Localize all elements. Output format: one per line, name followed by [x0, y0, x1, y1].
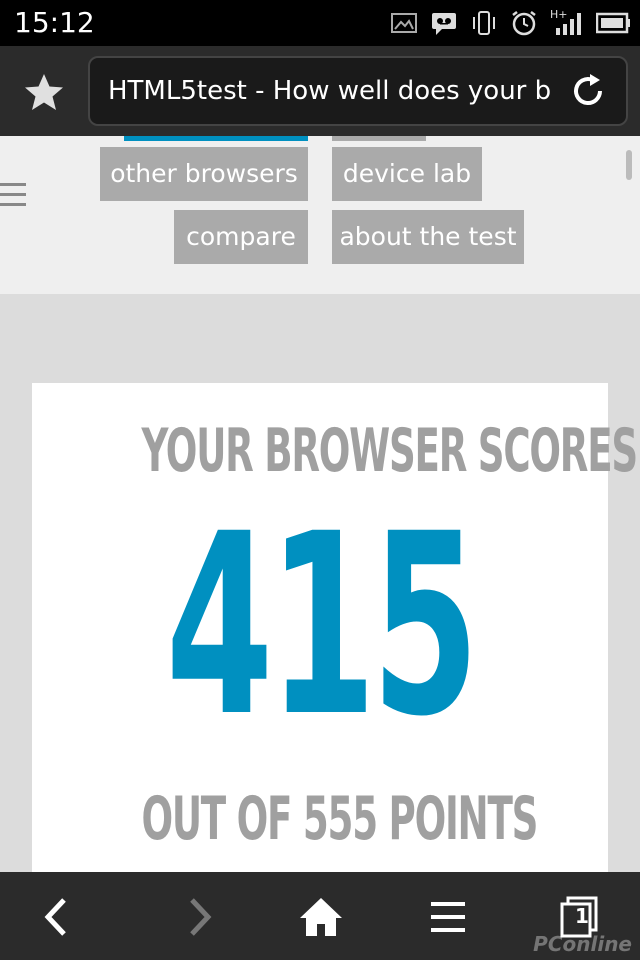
voicemail-icon	[430, 10, 458, 36]
home-icon[interactable]	[296, 892, 346, 942]
page-title-text: HTML5test - How well does your browser s…	[108, 76, 553, 106]
site-navigation: other browsers device lab compare about …	[0, 136, 640, 294]
watermark-logo: PConline	[533, 932, 632, 956]
browser-address-bar: HTML5test - How well does your browser s…	[0, 46, 640, 136]
battery-icon	[595, 10, 632, 36]
network-label: H+	[550, 8, 568, 21]
url-field[interactable]: HTML5test - How well does your browser s…	[88, 56, 628, 126]
browser-bottom-toolbar: 1 PConline	[0, 872, 640, 960]
hamburger-menu-icon[interactable]	[0, 183, 26, 209]
score-max-points: OUT OF 555 POINTS	[141, 784, 538, 854]
score-card: YOUR BROWSER SCORES 415 OUT OF 555 POINT…	[32, 383, 638, 883]
nav-compare-button[interactable]: compare	[174, 210, 308, 264]
menu-icon[interactable]	[424, 892, 474, 942]
score-value: 415	[165, 480, 480, 771]
alarm-icon	[510, 10, 538, 36]
nav-device-lab-button[interactable]: device lab	[332, 147, 482, 201]
vibrate-icon	[470, 10, 498, 36]
reload-icon[interactable]	[568, 71, 608, 111]
score-heading: YOUR BROWSER SCORES	[141, 416, 638, 486]
back-arrow-icon[interactable]	[32, 892, 82, 942]
nav-about-the-test-button[interactable]: about the test	[332, 210, 524, 264]
signal-icon: H+	[550, 8, 584, 36]
forward-arrow-icon[interactable]	[176, 892, 226, 942]
nav-item-active-partial[interactable]	[124, 136, 308, 141]
bookmark-star-icon[interactable]	[20, 68, 68, 116]
tab-count: 1	[575, 904, 589, 928]
status-icons: H+	[390, 8, 632, 38]
status-time: 15:12	[14, 6, 95, 39]
page-scrollbar[interactable]	[626, 150, 632, 180]
image-icon	[390, 10, 418, 36]
nav-other-browsers-button[interactable]: other browsers	[100, 147, 308, 201]
status-bar: 15:12 H+	[0, 0, 640, 46]
nav-item-partial[interactable]	[332, 136, 426, 141]
